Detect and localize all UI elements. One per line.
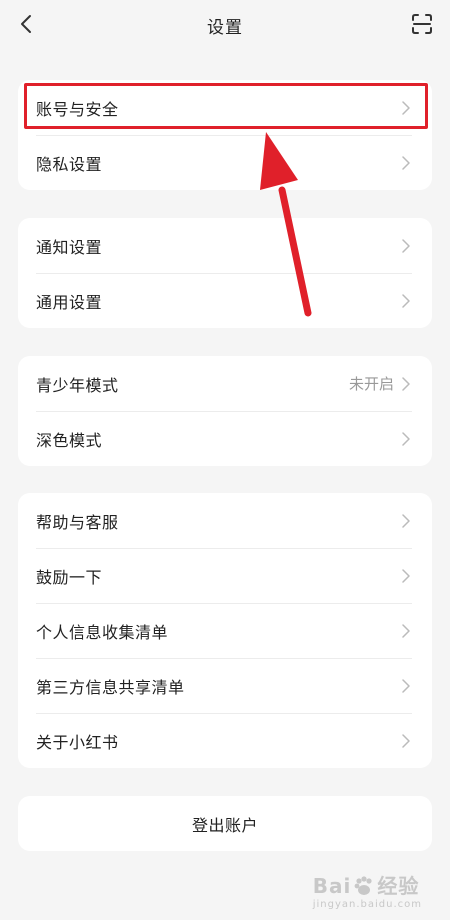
settings-item-privacy[interactable]: 隐私设置 [18,135,432,190]
chevron-right-icon [402,293,412,308]
settings-item-about[interactable]: 关于小红书 [18,713,432,768]
settings-group-modes: 青少年模式 未开启 深色模式 [18,356,432,466]
chevron-right-icon [402,678,412,693]
chevron-right-icon [402,238,412,253]
settings-item-label: 青少年模式 [36,375,119,395]
scan-button[interactable] [410,12,434,36]
page-title: 设置 [207,17,243,38]
settings-item-label: 通用设置 [36,292,103,312]
nav-bar: 设置 [0,0,450,50]
chevron-right-icon [402,155,412,170]
chevron-left-icon [21,15,31,33]
settings-item-third-party-sharing[interactable]: 第三方信息共享清单 [18,658,432,713]
settings-item-help-support[interactable]: 帮助与客服 [18,493,432,548]
settings-item-notifications[interactable]: 通知设置 [18,218,432,273]
watermark-text-left: Bai [312,874,352,898]
settings-item-label: 账号与安全 [36,99,119,119]
settings-item-encourage[interactable]: 鼓励一下 [18,548,432,603]
settings-group-about: 帮助与客服 鼓励一下 个人信息收集清单 第三方信息共享清单 关于小红书 [18,493,432,768]
chevron-right-icon [402,100,412,115]
chevron-right-icon [402,513,412,528]
settings-item-personal-info-list[interactable]: 个人信息收集清单 [18,603,432,658]
settings-item-label: 个人信息收集清单 [36,622,169,642]
chevron-right-icon [402,431,412,446]
chevron-right-icon [402,623,412,638]
chevron-right-icon [402,733,412,748]
settings-item-general[interactable]: 通用设置 [18,273,432,328]
settings-item-teen-mode[interactable]: 青少年模式 未开启 [18,356,432,411]
paw-logo-icon [354,876,372,895]
logout-label: 登出账户 [191,815,258,835]
settings-page: 设置 账号与安全 隐私设置 通知设置 通用设置 青少年模式 未开启 深色模式 帮… [0,0,450,920]
settings-item-label: 鼓励一下 [36,567,103,587]
settings-item-dark-mode[interactable]: 深色模式 [18,411,432,466]
settings-item-account-security[interactable]: 账号与安全 [18,80,432,135]
settings-item-label: 通知设置 [36,237,103,257]
settings-item-label: 隐私设置 [36,154,103,174]
logout-card: 登出账户 [18,796,432,851]
settings-item-label: 帮助与客服 [36,512,119,532]
teen-mode-status: 未开启 [348,375,394,393]
settings-item-label: 深色模式 [36,430,103,450]
scan-icon [412,14,432,34]
annotation-arrow-icon [260,132,312,317]
settings-item-label: 关于小红书 [36,732,119,752]
settings-item-label: 第三方信息共享清单 [36,677,185,697]
back-button[interactable] [14,12,38,36]
logout-button[interactable]: 登出账户 [18,796,432,851]
settings-group-account: 账号与安全 隐私设置 [18,80,432,190]
watermark: Bai 经验 jingyan.baidu.com [313,870,422,910]
chevron-right-icon [402,376,412,391]
settings-group-general: 通知设置 通用设置 [18,218,432,328]
watermark-url: jingyan.baidu.com [312,899,422,910]
watermark-text-right: 经验 [377,874,420,898]
chevron-right-icon [402,568,412,583]
